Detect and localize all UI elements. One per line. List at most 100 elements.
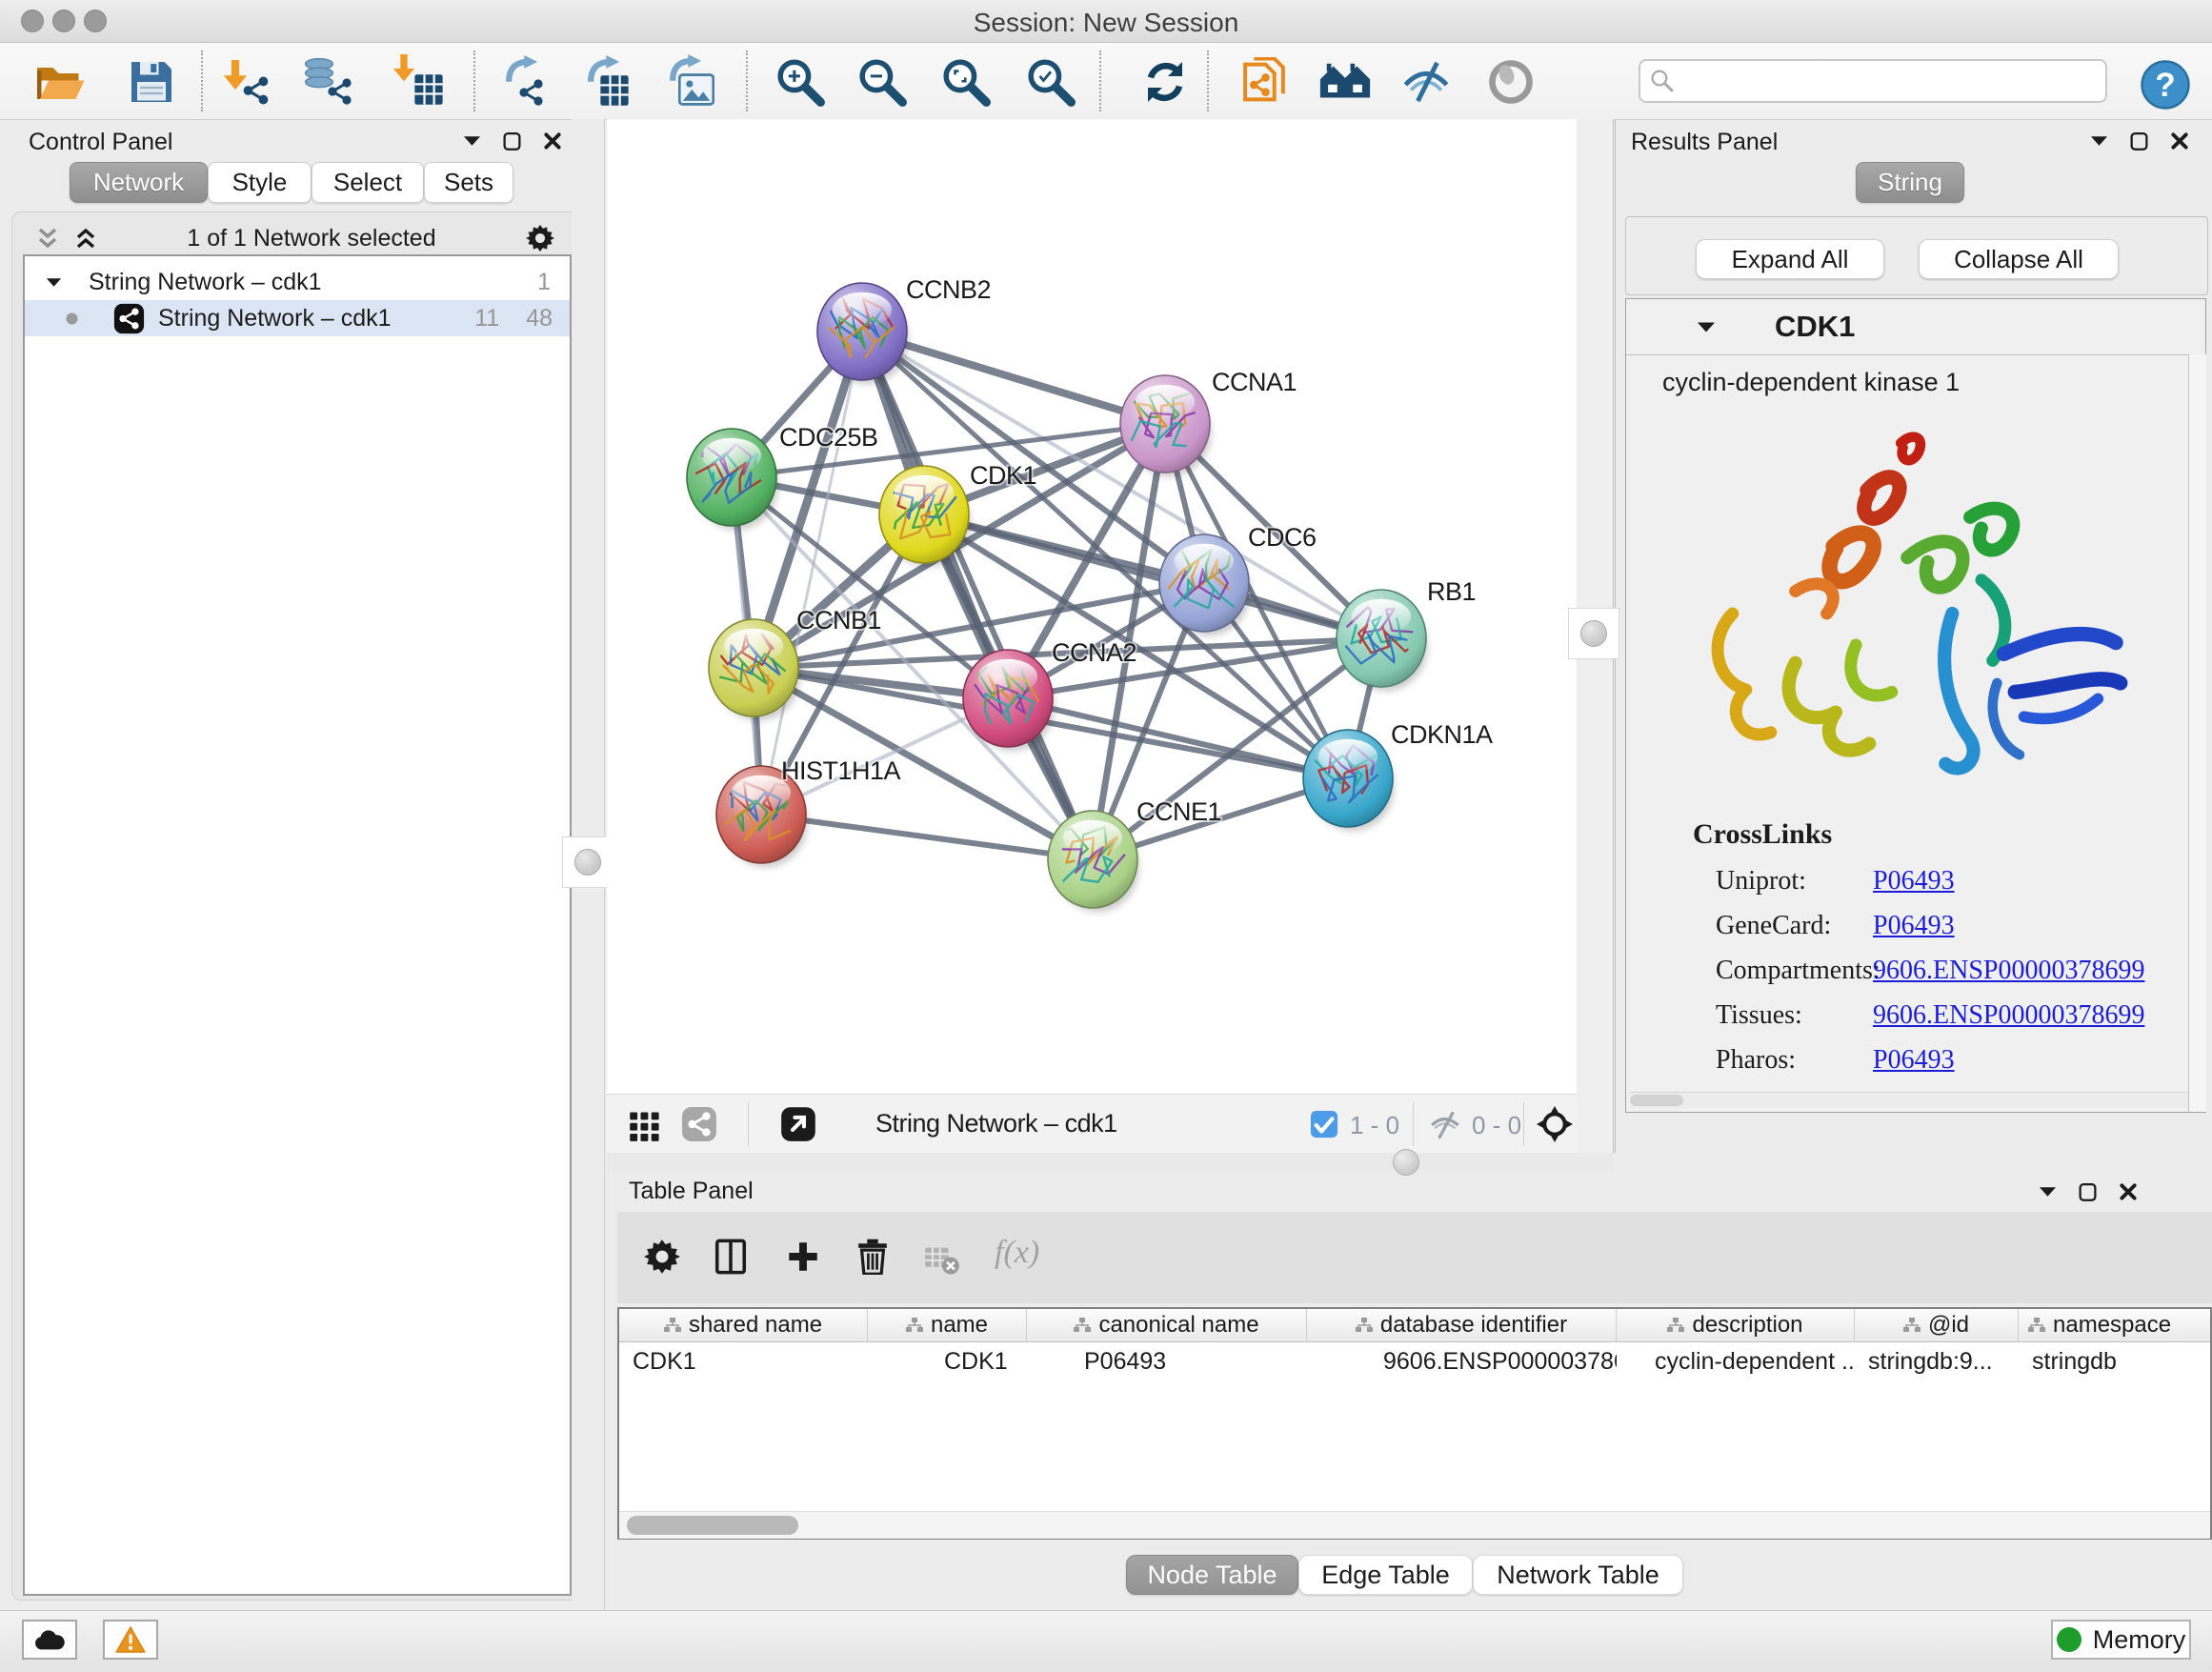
tab-network[interactable]: Network	[70, 162, 208, 203]
show-all-button[interactable]	[1481, 52, 1540, 111]
warning-icon	[115, 1626, 146, 1653]
results-entry-header[interactable]: CDK1	[1626, 299, 2205, 355]
network-node-CCNE1[interactable]	[1048, 811, 1138, 912]
network-canvas[interactable]: CCNB2CCNA1CDC25BCDK1CDC6RB1CCNB1CCNA2CDK…	[607, 119, 1577, 1094]
collapse-all-networks-icon[interactable]	[74, 227, 97, 250]
search-input[interactable]	[1675, 67, 2079, 96]
network-node-CDK1[interactable]	[879, 466, 970, 567]
table-grid-icon	[598, 73, 631, 108]
expand-all-button[interactable]: Expand All	[1696, 239, 1884, 279]
fit-selection-crosshair-button[interactable]	[1537, 1106, 1573, 1142]
open-session-button[interactable]	[30, 52, 90, 111]
column-header[interactable]: canonical name	[1027, 1309, 1307, 1341]
create-column-button[interactable]	[787, 1240, 819, 1273]
export-image-button[interactable]	[661, 52, 720, 111]
tab-edge-table[interactable]: Edge Table	[1298, 1555, 1473, 1595]
network-overview-button[interactable]	[681, 1106, 717, 1142]
delete-column-button[interactable]	[857, 1239, 888, 1275]
crosslink-row: GeneCard:P06493	[1716, 911, 2192, 941]
save-session-button[interactable]	[122, 52, 181, 111]
network-node-CCNB1[interactable]	[709, 619, 799, 720]
results-scrollbar[interactable]	[2188, 354, 2206, 1112]
panel-float-icon[interactable]	[2129, 131, 2149, 151]
collection-caret-icon[interactable]	[46, 277, 62, 288]
tab-sets[interactable]: Sets	[424, 162, 513, 203]
column-header[interactable]: namespace	[2019, 1309, 2210, 1341]
import-table-button[interactable]	[388, 52, 447, 111]
horizontal-splitter[interactable]	[607, 1153, 1613, 1170]
zoom-selected-button[interactable]	[1021, 52, 1080, 111]
zoom-out-button[interactable]	[853, 52, 912, 111]
panel-close-icon[interactable]	[2170, 131, 2189, 151]
crosslink-tissues[interactable]: 9606.ENSP00000378699	[1873, 1000, 2144, 1031]
collapse-all-button[interactable]: Collapse All	[1919, 239, 2119, 279]
table-panel-title: Table Panel	[629, 1178, 754, 1205]
node-label-HIST1H1A: HIST1H1A	[781, 756, 901, 785]
column-header[interactable]: database identifier	[1307, 1309, 1617, 1341]
main-toolbar	[0, 43, 2212, 120]
panel-float-icon[interactable]	[502, 131, 522, 151]
table-options-gear-button[interactable]	[644, 1239, 680, 1275]
column-header[interactable]: shared name	[619, 1309, 868, 1341]
import-network-database-button[interactable]	[298, 52, 357, 111]
column-header[interactable]: description	[1617, 1309, 1855, 1341]
crosslink-genecard[interactable]: P06493	[1873, 911, 1955, 941]
cloud-status-button[interactable]	[22, 1620, 77, 1660]
expand-all-networks-icon[interactable]	[36, 227, 59, 250]
column-header[interactable]: name	[868, 1309, 1027, 1341]
selected-checkbox-icon[interactable]	[1310, 1110, 1338, 1138]
crosslink-pharos[interactable]: P06493	[1873, 1045, 1955, 1076]
detach-view-button[interactable]	[780, 1106, 816, 1142]
import-network-file-button[interactable]	[216, 52, 275, 111]
help-button[interactable]	[2136, 55, 2195, 114]
network-node-CDKN1A[interactable]	[1303, 730, 1394, 831]
panel-float-icon[interactable]	[2078, 1181, 2098, 1202]
function-builder-button[interactable]: f(x)	[995, 1235, 1039, 1271]
control-panel-title: Control Panel	[29, 129, 172, 156]
apply-layout-button[interactable]	[1136, 52, 1195, 111]
birdseye-view-button[interactable]	[628, 1108, 662, 1142]
zoom-fit-button[interactable]	[936, 52, 995, 111]
network-row-selected[interactable]: String Network – cdk1 11 48	[25, 300, 570, 336]
network-options-gear-icon[interactable]	[526, 224, 554, 252]
column-header[interactable]: @id	[1855, 1309, 2019, 1341]
tab-select[interactable]: Select	[312, 162, 424, 203]
show-columns-button[interactable]	[714, 1239, 747, 1275]
node-label-CDK1: CDK1	[970, 461, 1036, 490]
panel-close-icon[interactable]	[2119, 1182, 2138, 1201]
hidden-eye-icon[interactable]	[1428, 1109, 1464, 1141]
delete-table-button[interactable]	[924, 1244, 960, 1277]
table-hscrollbar[interactable]	[619, 1511, 2210, 1539]
network-node-RB1[interactable]	[1337, 590, 1427, 691]
panel-menu-caret-icon[interactable]	[2039, 1186, 2057, 1198]
tab-network-table[interactable]: Network Table	[1473, 1555, 1683, 1595]
hide-selection-button[interactable]	[1397, 52, 1456, 111]
network-collection-row[interactable]: String Network – cdk1 1	[25, 264, 570, 300]
results-hscrollbar[interactable]	[1630, 1092, 2188, 1108]
warnings-button[interactable]	[103, 1620, 158, 1660]
panel-menu-caret-icon[interactable]	[463, 135, 481, 147]
zoom-in-button[interactable]	[771, 52, 830, 111]
table-row[interactable]: CDK1 CDK1 P06493 9606.ENSP00000378699 cy…	[619, 1342, 2210, 1380]
network-node-CCNA1[interactable]	[1120, 375, 1211, 476]
right-splitter-handle[interactable]	[1568, 608, 1619, 659]
crosslink-compartments[interactable]: 9606.ENSP00000378699	[1873, 956, 2144, 986]
cloud-icon	[33, 1627, 66, 1652]
table-hscrollbar-thumb[interactable]	[627, 1516, 798, 1535]
crosslink-uniprot[interactable]: P06493	[1873, 866, 1955, 896]
node-label-CCNB1: CCNB1	[796, 606, 881, 635]
panel-close-icon[interactable]	[543, 131, 562, 151]
network-node-CDC25B[interactable]	[687, 429, 777, 530]
tab-style[interactable]: Style	[208, 162, 312, 203]
new-network-from-selection-button[interactable]	[1235, 52, 1294, 111]
tab-string-results[interactable]: String	[1856, 162, 1964, 203]
left-splitter-handle[interactable]	[562, 836, 613, 888]
first-neighbors-button[interactable]	[1316, 52, 1375, 111]
export-table-button[interactable]	[578, 52, 637, 111]
export-network-button[interactable]	[495, 52, 554, 111]
tab-node-table[interactable]: Node Table	[1126, 1555, 1298, 1595]
toolbar-separator	[473, 50, 475, 111]
entry-caret-icon[interactable]	[1697, 321, 1716, 333]
memory-button[interactable]: Memory	[2051, 1620, 2191, 1660]
panel-menu-caret-icon[interactable]	[2090, 135, 2108, 147]
